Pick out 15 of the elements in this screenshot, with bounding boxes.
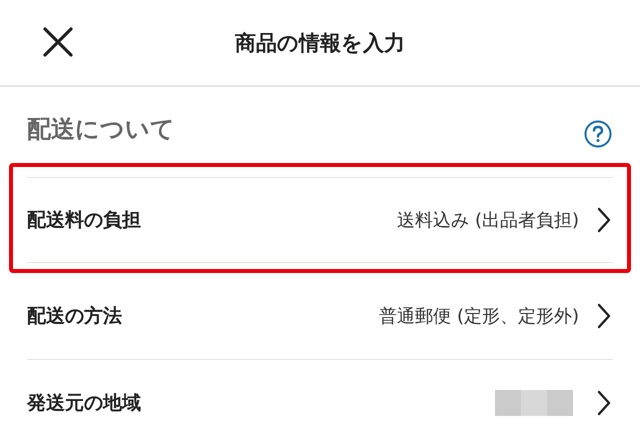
row-label: 配送料の負担 xyxy=(27,208,142,233)
row-value: 送料込み (出品者負担) xyxy=(397,209,579,232)
row-label: 配送の方法 xyxy=(27,304,123,329)
section-title: 配送について xyxy=(27,114,175,145)
chevron-icon xyxy=(597,207,611,233)
list-row[interactable]: 発送元の地域 xyxy=(27,359,613,436)
chevron-icon xyxy=(597,303,611,329)
list-row[interactable]: 配送料の負担 送料込み (出品者負担) xyxy=(27,177,613,263)
list-row[interactable]: 配送の方法 普通郵便 (定形、定形外) xyxy=(27,273,613,359)
row-value: 普通郵便 (定形、定形外) xyxy=(379,305,579,328)
row-label: 発送元の地域 xyxy=(27,390,142,416)
help-icon[interactable] xyxy=(584,120,612,148)
close-icon[interactable] xyxy=(43,27,73,57)
chevron-icon xyxy=(597,390,611,416)
page-title: 商品の情報を入力 xyxy=(235,30,405,56)
